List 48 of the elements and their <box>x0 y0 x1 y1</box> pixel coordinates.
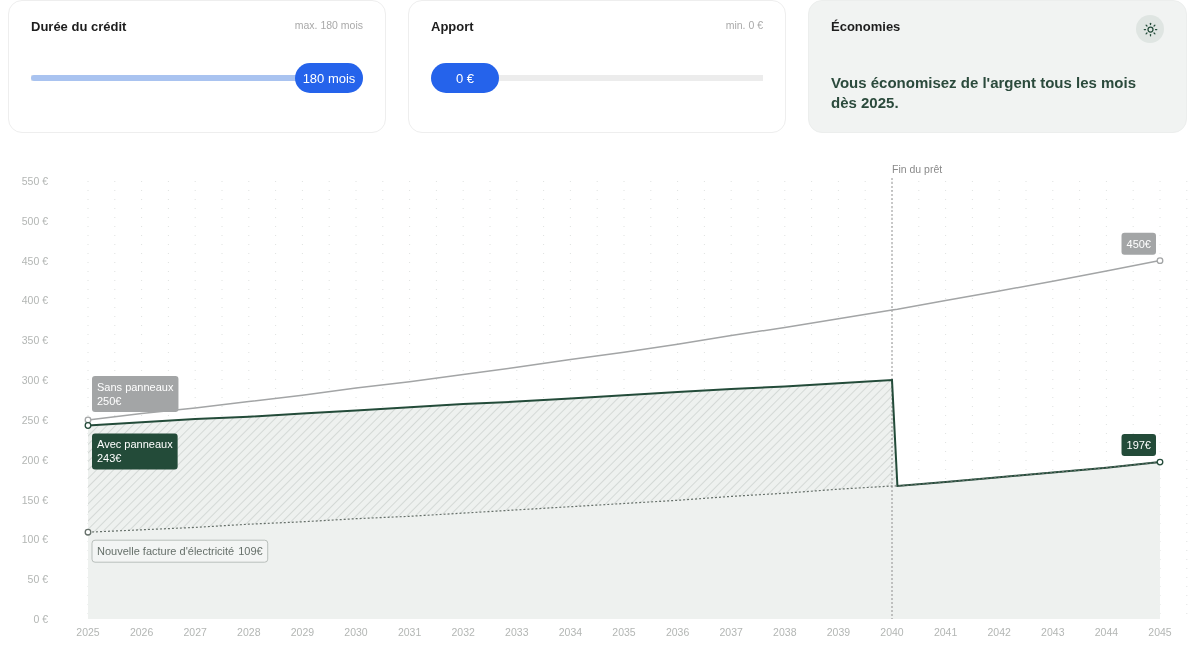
card-title: Apport <box>431 19 474 34</box>
annotation: 450€ <box>1126 237 1151 250</box>
annotation: 250€ <box>97 394 122 407</box>
x-axis-label: 2029 <box>290 626 315 638</box>
x-axis-label: 2038 <box>773 626 797 638</box>
x-axis-label: 2034 <box>558 626 583 638</box>
y-axis-label: 300 € <box>21 374 48 387</box>
x-axis-label: 2037 <box>719 626 743 638</box>
card-title: Durée du crédit <box>31 19 127 34</box>
y-axis-label: 550 € <box>21 175 48 187</box>
savings-message: Vous économisez de l'argent tous les mois dès 2025. <box>831 73 1138 114</box>
series-label: Sans panneaux <box>97 380 174 393</box>
loan-end-label: Fin du prêt <box>892 163 943 175</box>
y-axis-label: 50 € <box>27 573 48 586</box>
x-axis-label: 2032 <box>451 626 475 638</box>
y-axis-label: 0 € <box>33 613 48 625</box>
x-axis-label: 2041 <box>933 626 958 638</box>
y-axis-label: 200 € <box>21 453 48 466</box>
annotation: 243€ <box>97 452 122 465</box>
series-label: Avec panneaux <box>97 438 174 451</box>
limit-hint: min. 0 € <box>725 19 763 31</box>
x-axis-label: 2030 <box>344 626 368 638</box>
x-axis-label: 2044 <box>1094 626 1119 638</box>
y-axis-label: 100 € <box>21 533 48 546</box>
annotation: 109€ <box>238 545 263 558</box>
card-title: Économies <box>831 19 901 34</box>
x-axis-label: 2036 <box>665 626 690 638</box>
x-axis-label: 2042 <box>987 626 1011 638</box>
x-axis-label: 2045 <box>1148 626 1172 638</box>
x-axis-label: 2026 <box>129 626 154 638</box>
x-axis-label: 2040 <box>880 626 904 638</box>
x-axis-label: 2039 <box>826 626 851 638</box>
series-label: Nouvelle facture d'électricité <box>97 545 235 558</box>
y-axis-label: 500 € <box>21 214 48 227</box>
x-axis-label: 2043 <box>1041 626 1065 638</box>
x-axis-label: 2035 <box>612 626 636 638</box>
x-axis-label: 2031 <box>397 626 422 638</box>
x-axis-label: 2028 <box>237 626 261 638</box>
limit-hint: max. 180 mois <box>294 19 363 31</box>
x-axis-label: 2025 <box>76 626 100 638</box>
y-axis-label: 350 € <box>21 334 48 347</box>
y-axis-label: 250 € <box>21 413 48 426</box>
y-axis-label: 150 € <box>21 493 48 506</box>
y-axis-label: 400 € <box>21 294 48 307</box>
x-axis-label: 2033 <box>505 626 529 638</box>
y-axis-label: 450 € <box>21 254 48 267</box>
x-axis-label: 2027 <box>183 626 207 638</box>
annotation: 197€ <box>1126 439 1151 452</box>
